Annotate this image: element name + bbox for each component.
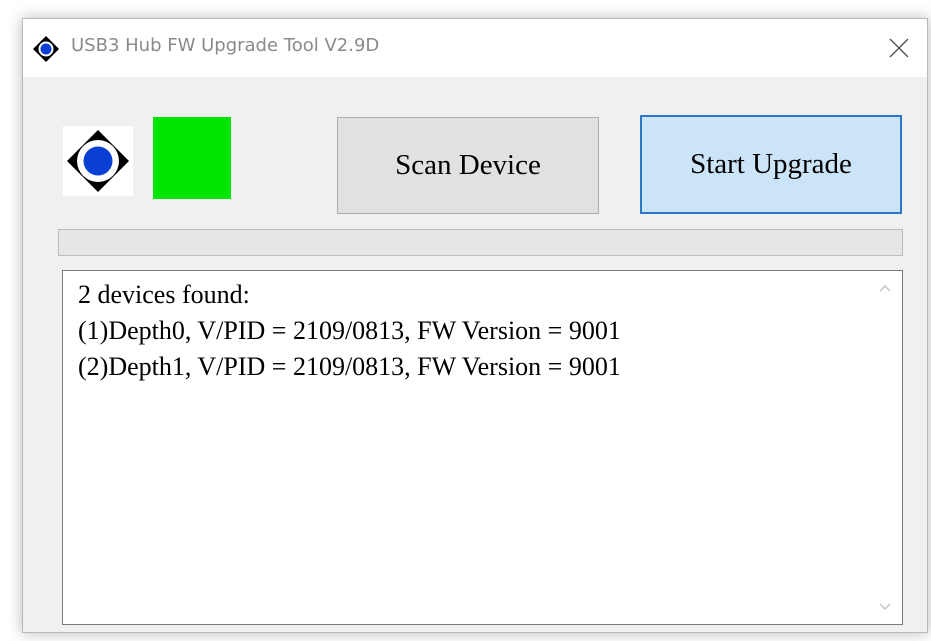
app-window: USB3 Hub FW Upgrade Tool V2.9D Scan Devi… xyxy=(22,18,928,633)
scroll-down-button[interactable] xyxy=(868,590,902,624)
close-icon xyxy=(889,38,909,58)
close-button[interactable] xyxy=(871,19,927,77)
log-line: 2 devices found: xyxy=(78,280,250,309)
hub-logo-icon xyxy=(33,36,59,62)
start-upgrade-button[interactable]: Start Upgrade xyxy=(640,115,902,214)
chevron-down-icon xyxy=(879,598,891,616)
log-line: (1)Depth0, V/PID = 2109/0813, FW Version… xyxy=(78,316,621,345)
hub-logo-image xyxy=(63,126,133,196)
log-line: (2)Depth1, V/PID = 2109/0813, FW Version… xyxy=(78,352,621,381)
log-content: 2 devices found: (1)Depth0, V/PID = 2109… xyxy=(78,277,862,385)
status-indicator xyxy=(153,117,231,199)
upgrade-progress-bar xyxy=(58,229,903,256)
scan-device-button[interactable]: Scan Device xyxy=(337,117,599,214)
chevron-up-icon xyxy=(879,279,891,297)
log-scrollbar[interactable] xyxy=(868,271,902,624)
title-bar[interactable]: USB3 Hub FW Upgrade Tool V2.9D xyxy=(23,19,927,77)
window-title: USB3 Hub FW Upgrade Tool V2.9D xyxy=(71,35,380,56)
device-log-textarea[interactable]: 2 devices found: (1)Depth0, V/PID = 2109… xyxy=(62,270,903,625)
client-area: Scan Device Start Upgrade 2 devices foun… xyxy=(23,77,927,632)
scroll-up-button[interactable] xyxy=(868,271,902,305)
